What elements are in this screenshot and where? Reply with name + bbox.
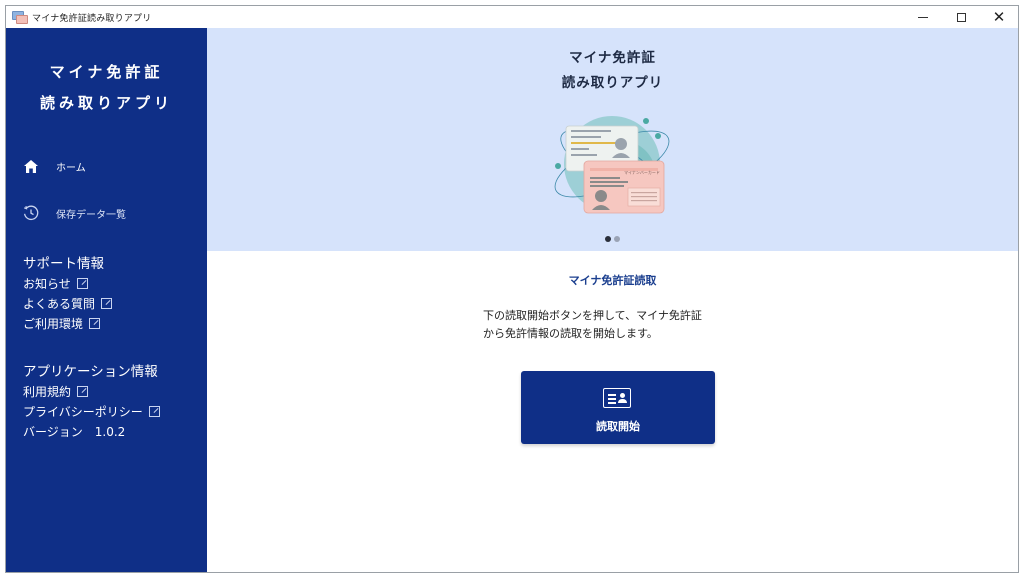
minimize-button[interactable] bbox=[904, 6, 942, 28]
carousel-indicator bbox=[207, 236, 1018, 242]
home-icon bbox=[22, 157, 40, 175]
hero-banner: マイナ免許証 読み取りアプリ マイナンバーカード bbox=[207, 28, 1018, 251]
window-controls: ✕ bbox=[904, 6, 1018, 28]
hero-title: マイナ免許証 読み取りアプリ bbox=[207, 46, 1018, 96]
start-reading-button[interactable]: 読取開始 bbox=[521, 371, 715, 444]
support-link-environment[interactable]: ご利用環境 bbox=[23, 314, 112, 334]
support-link-faq[interactable]: よくある質問 bbox=[23, 294, 113, 314]
instruction-line-2: から免許情報の読取を開始します。 bbox=[483, 327, 658, 340]
hero-title-line-1: マイナ免許証 bbox=[569, 50, 656, 66]
external-link-icon bbox=[76, 278, 88, 289]
external-link-icon bbox=[77, 386, 89, 397]
instruction-line-1: 下の読取開始ボタンを押して、マイナ免許証 bbox=[483, 309, 702, 322]
license-card-illustration: マイナンバーカード bbox=[554, 116, 670, 214]
external-link-icon bbox=[89, 318, 101, 329]
support-heading: サポート情報 bbox=[23, 256, 104, 272]
carousel-dot-1[interactable] bbox=[605, 236, 611, 242]
external-link-icon bbox=[148, 406, 160, 417]
card-label-text: マイナンバーカード bbox=[624, 169, 660, 175]
maximize-button[interactable] bbox=[942, 6, 980, 28]
close-button[interactable]: ✕ bbox=[980, 6, 1018, 28]
terms-link[interactable]: 利用規約 bbox=[23, 382, 160, 402]
support-section: サポート情報 お知らせ よくある質問 ご利用環境 bbox=[23, 254, 113, 334]
maximize-icon bbox=[956, 12, 966, 22]
window-title: マイナ免許証読み取りアプリ bbox=[32, 13, 152, 24]
app-info-heading: アプリケーション情報 bbox=[23, 364, 158, 380]
external-link-icon bbox=[101, 298, 113, 309]
sidebar: マイナ免許証 読み取りアプリ ホーム 保存データ一覧 サポート情報 お知らせ よ… bbox=[6, 28, 207, 572]
support-link-news[interactable]: お知らせ bbox=[23, 274, 112, 294]
history-icon bbox=[22, 204, 40, 222]
privacy-policy-link[interactable]: プライバシーポリシー bbox=[23, 402, 160, 422]
sidebar-item-saved-data[interactable]: 保存データ一覧 bbox=[22, 204, 126, 222]
title-bar[interactable]: マイナ免許証読み取りアプリ ✕ bbox=[6, 6, 1018, 28]
sidebar-item-home[interactable]: ホーム bbox=[22, 157, 86, 175]
sidebar-brand: マイナ免許証 読み取りアプリ bbox=[6, 57, 207, 119]
brand-line-1: マイナ免許証 bbox=[49, 63, 164, 81]
app-info-section: アプリケーション情報 利用規約 プライバシーポリシー バージョン 1.0.2 bbox=[23, 362, 160, 442]
sidebar-item-label: 保存データ一覧 bbox=[56, 209, 126, 221]
carousel-dot-2[interactable] bbox=[614, 236, 620, 242]
version-text: バージョン 1.0.2 bbox=[23, 425, 126, 439]
app-logo-icon bbox=[12, 9, 28, 25]
minimize-icon bbox=[918, 16, 928, 18]
app-window: マイナ免許証読み取りアプリ ✕ マイナ免許証 読み取りアプリ ホーム 保存データ… bbox=[5, 5, 1019, 573]
start-button-label: 読取開始 bbox=[596, 420, 640, 433]
instruction-text: 下の読取開始ボタンを押して、マイナ免許証 から免許情報の読取を開始します。 bbox=[483, 307, 783, 343]
close-icon: ✕ bbox=[992, 8, 1006, 26]
section-title: マイナ免許証読取 bbox=[568, 274, 657, 287]
brand-line-2: 読み取りアプリ bbox=[39, 94, 173, 112]
sidebar-item-label: ホーム bbox=[56, 162, 86, 174]
hero-title-line-2: 読み取りアプリ bbox=[561, 75, 664, 91]
id-card-icon bbox=[603, 388, 631, 408]
